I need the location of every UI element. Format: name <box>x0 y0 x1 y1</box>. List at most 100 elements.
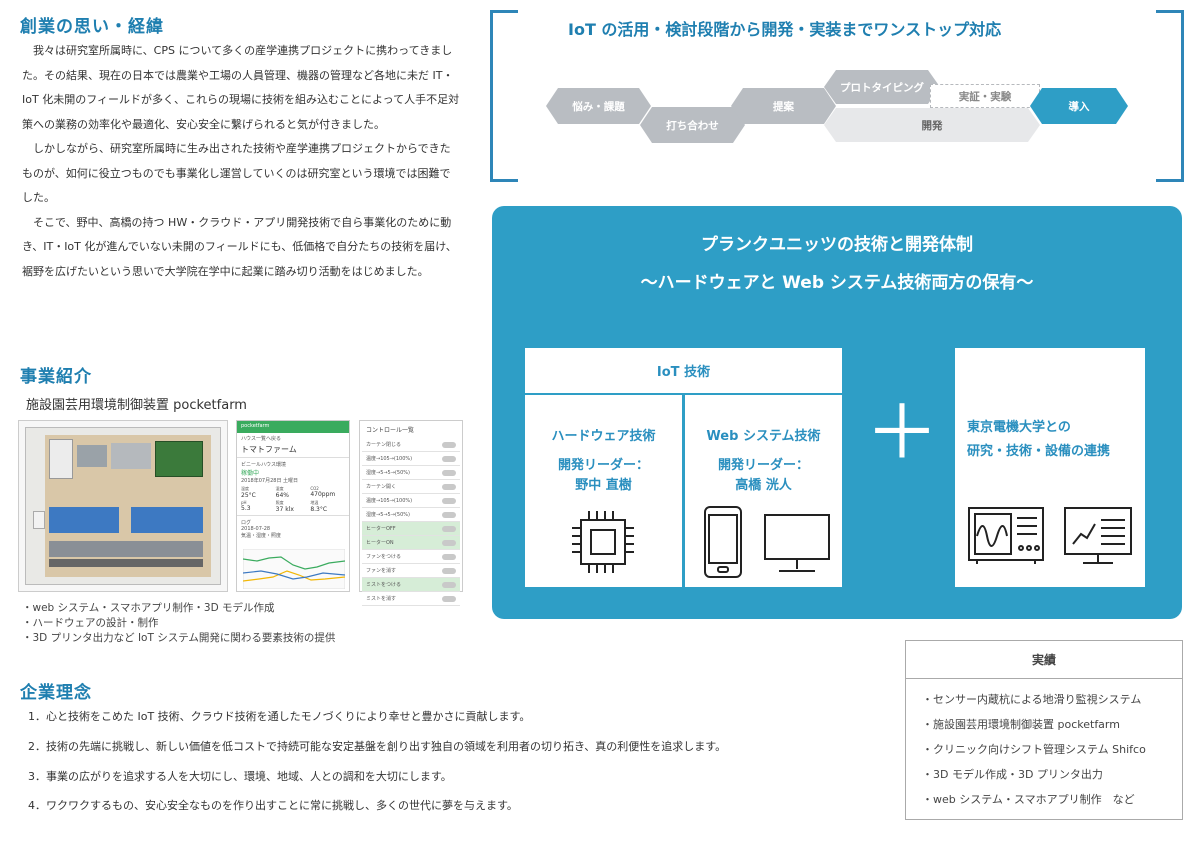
philosophy-item-4: 4．ワクワクするもの、安心安全なものを作り出すことに常に挑戦し、多くの世代に夢を… <box>28 799 518 812</box>
app2-control-label: 湿度→5→5→(50%) <box>366 512 410 518</box>
web-lead-name: 高橋 洸人 <box>735 478 792 493</box>
flow-step-meeting: 打ち合わせ <box>640 107 745 143</box>
app2-control-label: ファンをつける <box>366 554 402 560</box>
results-item: ・センサー内蔵杭による地滑り監視システム <box>922 693 1142 706</box>
university-box: 東京電機大学との 研究・技術・設備の連携 <box>955 348 1145 587</box>
app2-control-row: ファンを消す <box>362 564 460 578</box>
philosophy-item-3: 3．事業の広がりを追求する人を大切にし、環境、地域、人との調和を大切にします。 <box>28 770 452 783</box>
app2-toggle-icon <box>442 539 456 546</box>
app1-log-label: ログ <box>237 515 349 526</box>
app2-control-label: カーテン閉じる <box>366 442 402 448</box>
app2-toggle-icon <box>442 553 456 560</box>
founding-paragraph-3: そこで、野中、高橋の持つ HW・クラウド・アプリ開発技術で自ら事業化のために動き… <box>22 215 457 278</box>
business-subheading: 施設園芸用環境制御装置 pocketfarm <box>26 398 247 413</box>
app2-control-row: ファンをつける <box>362 550 460 564</box>
metric: 温度 25°C <box>241 486 256 499</box>
results-list: ・センサー内蔵杭による地滑り監視システム ・施設園芸用環境制御装置 pocket… <box>906 679 1182 812</box>
results-title: 実績 <box>906 641 1182 679</box>
app1-house-name: トマトファーム <box>237 444 349 458</box>
app2-toggle-icon <box>442 441 456 448</box>
hardware-title: ハードウェア技術 <box>551 429 656 444</box>
app2-control-list: カーテン閉じる 温度→105→(100%) 湿度→5→5→(50%) カーテン開く 温度… <box>362 438 460 606</box>
results-item: ・3D モデル作成・3D プリンタ出力 <box>922 768 1103 781</box>
flow-step-prototyping: プロトタイピング <box>824 70 940 104</box>
metric: pH 5.3 <box>241 500 251 512</box>
web-tech-box: Web システム技術 開発リーダー： 高橋 洸人 <box>685 395 842 587</box>
flow-step-development: 開発 <box>824 108 1040 142</box>
app1-house-label: ハウス一覧へ戻る <box>241 436 282 442</box>
app1-sensor-label: ビニールハウス環境 <box>241 462 287 468</box>
tech-title-line-2: ～ハードウェアと Web システム技術両方の保有～ <box>640 273 1034 293</box>
app1-date: 2018年07月28日 土曜日 <box>241 478 299 484</box>
tech-panel-title: プランクユニッツの技術と開発体制 ～ハードウェアと Web システム技術両方の保… <box>492 226 1182 302</box>
app2-toggle-icon <box>442 525 456 532</box>
app2-control-label: ミストを消す <box>366 596 397 602</box>
app2-toggle-icon <box>442 497 456 504</box>
app1-mini-chart <box>243 549 345 589</box>
business-bullet: ・3D プリンタ出力など IoT システム開発に関わる要素技術の提供 <box>22 632 336 644</box>
founding-paragraph-2: しかしながら、研究室所属時に生み出された技術や産学連携プロジェクトからできたもの… <box>22 142 451 204</box>
flow-step-verification: 実証・実験 <box>930 84 1040 108</box>
app2-control-row: ヒーターOFF <box>362 522 460 536</box>
app1-chart-label: 気温・湿度・照度 <box>241 533 282 539</box>
pocketfarm-app-screenshot-2: コントロール一覧 カーテン閉じる温度→105→(100%) 湿度→5→5→(50%… <box>359 420 463 606</box>
app2-toggle-icon <box>442 567 456 574</box>
app2-control-row: 湿度→5→5→(50%) <box>362 508 460 522</box>
flow-step-worries: 悩み・課題 <box>546 88 651 124</box>
results-item: ・クリニック向けシフト管理システム Shifco <box>922 743 1146 756</box>
philosophy-item-1: 1．心と技術をこめた IoT 技術、クラウド技術を通したモノづくりにより幸せと豊… <box>28 710 531 723</box>
founding-text: 我々は研究室所属時に、CPS について多くの産学連携プロジェクトに携わってきまし… <box>22 39 460 284</box>
app2-control-label: ヒーターON <box>366 540 394 546</box>
metric: 照度 37 klx <box>275 500 294 513</box>
results-item: ・施設園芸用環境制御装置 pocketfarm <box>922 718 1120 731</box>
app1-header: pocketfarm <box>237 421 349 433</box>
philosophy-heading: 企業理念 <box>20 683 92 703</box>
business-bullets: ・web システム・スマホアプリ制作・3D モデル作成 ・ハードウェアの設計・制… <box>22 601 335 646</box>
app2-control-row: 温度→105→(100%) <box>362 452 460 466</box>
hardware-lead-name: 野中 直樹 <box>575 478 632 493</box>
chip-icon <box>572 511 634 573</box>
app2-control-row: ミストを消す <box>362 592 460 606</box>
founding-heading: 創業の思い・経緯 <box>20 17 164 37</box>
app2-control-row: カーテン開く <box>362 480 460 494</box>
app2-control-label: ヒーターOFF <box>366 526 396 532</box>
metric: 湿度 64% <box>275 486 289 499</box>
results-item: ・web システム・スマホアプリ制作 など <box>922 793 1135 806</box>
app2-control-row: ミストをつける <box>362 578 460 592</box>
app2-toggle-icon <box>442 469 456 476</box>
web-lead-label: 開発リーダー： <box>717 458 809 473</box>
iot-label-box: IoT 技術 <box>525 348 842 393</box>
pocketfarm-hardware-photo <box>18 420 228 592</box>
results-box: 実績 ・センサー内蔵杭による地滑り監視システム ・施設園芸用環境制御装置 poc… <box>905 640 1183 820</box>
app2-toggle-icon <box>442 581 456 588</box>
university-line-2: 研究・技術・設備の連携 <box>967 444 1111 459</box>
metric: 地温 8.3°C <box>310 500 328 513</box>
app2-toggle-icon <box>442 455 456 462</box>
analyzer-display-icon <box>1064 507 1132 564</box>
app2-control-label: カーテン開く <box>366 484 397 490</box>
pocketfarm-app-screenshot-1: pocketfarm ハウス一覧へ戻る トマトファーム ビニールハウス環境 稼働… <box>236 420 350 592</box>
app1-status: 稼働中 <box>241 470 260 477</box>
app2-control-row: カーテン閉じる <box>362 438 460 452</box>
hardware-tech-box: ハードウェア技術 開発リーダー： 野中 直樹 <box>525 395 682 587</box>
app2-control-row: 湿度→5→5→(50%) <box>362 466 460 480</box>
tech-title-line-1: プランクユニッツの技術と開発体制 <box>701 235 973 255</box>
app2-control-label: 温度→105→(100%) <box>366 456 413 462</box>
app2-header: コントロール一覧 <box>366 427 415 434</box>
flow-step-introduction: 導入 <box>1030 88 1128 124</box>
smartphone-icon <box>704 506 742 578</box>
founding-paragraph-1: 我々は研究室所属時に、CPS について多くの産学連携プロジェクトに携わってきまし… <box>22 44 460 131</box>
web-title: Web システム技術 <box>706 429 821 444</box>
business-bullet: ・ハードウェアの設計・制作 <box>22 617 159 629</box>
plus-sign: ＋ <box>865 390 939 476</box>
iot-label: IoT 技術 <box>656 365 711 380</box>
philosophy-item-2: 2．技術の先端に挑戦し、新しい価値を低コストで持続可能な安定基盤を創り出す独自の… <box>28 740 727 753</box>
business-heading: 事業紹介 <box>20 367 92 387</box>
app2-control-label: ファンを消す <box>366 568 397 574</box>
app2-toggle-icon <box>442 483 456 490</box>
app2-control-row: 温度→105→(100%) <box>362 494 460 508</box>
app2-control-label: 温度→105→(100%) <box>366 498 413 504</box>
flow-title: IoT の活用・検討段階から開発・実装までワンストップ対応 <box>568 20 1002 39</box>
metric: CO2 470ppm <box>310 486 336 498</box>
business-bullet: ・web システム・スマホアプリ制作・3D モデル作成 <box>22 602 275 614</box>
